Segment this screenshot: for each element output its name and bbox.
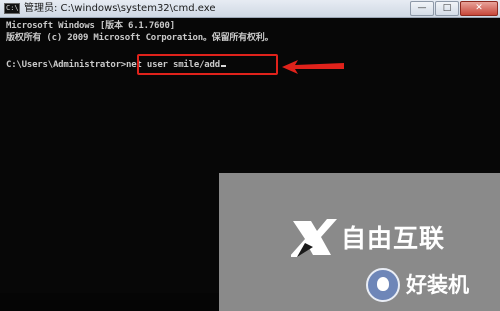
x-logo-icon [291, 219, 337, 257]
minimize-button[interactable]: — [410, 1, 434, 16]
version-line: Microsoft Windows [版本 6.1.7600] [6, 21, 175, 31]
cmd-icon: C:\ [4, 3, 20, 14]
sub-logo-text: 好装机 [406, 273, 469, 297]
maximize-button[interactable]: □ [435, 1, 459, 16]
copyright-line: 版权所有 (c) 2009 Microsoft Corporation。保留所有… [6, 33, 274, 43]
window-title: 管理员: C:\windows\system32\cmd.exe [24, 3, 216, 14]
command-highlight-box [137, 54, 278, 75]
cmd-window: C:\ 管理员: C:\windows\system32\cmd.exe — □… [0, 0, 500, 311]
console-area[interactable]: Microsoft Windows [版本 6.1.7600] 版权所有 (c)… [0, 18, 500, 311]
window-controls: — □ ✕ [409, 1, 498, 17]
brand-text: 自由互联 [341, 224, 446, 253]
red-arrow-icon [282, 60, 344, 74]
title-bar[interactable]: C:\ 管理员: C:\windows\system32\cmd.exe — □… [0, 0, 500, 18]
brand-logo: 自由互联 [291, 217, 461, 259]
mascot-icon [366, 268, 400, 302]
sub-logo: 好装机 [366, 266, 496, 306]
close-button[interactable]: ✕ [460, 1, 498, 16]
prompt-text: C:\Users\Administrator> [6, 60, 127, 70]
watermark-panel: 自由互联 好装机 [219, 173, 500, 311]
